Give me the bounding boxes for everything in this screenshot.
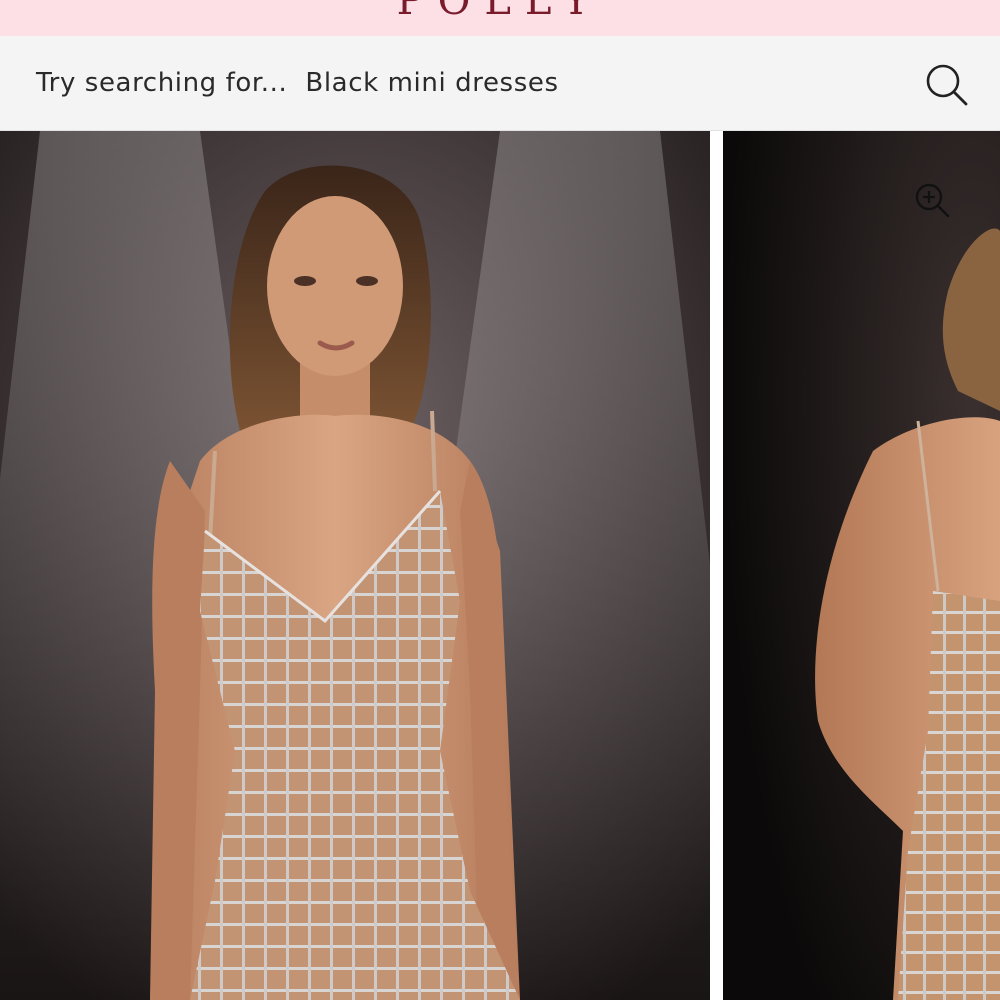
brand-header: POLLY: [0, 0, 1000, 36]
zoom-in-icon: [915, 183, 950, 218]
product-page: POLLY Try searching for... Black mini dre…: [0, 0, 1000, 1000]
search-input[interactable]: Try searching for... Black mini dresses: [36, 36, 559, 130]
search-icon: [926, 64, 968, 106]
search-button[interactable]: [922, 60, 970, 108]
search-prompt-label: Try searching for...: [36, 68, 288, 98]
search-bar[interactable]: Try searching for... Black mini dresses: [0, 36, 1000, 131]
brand-logo[interactable]: POLLY: [0, 0, 1000, 24]
product-image-carousel[interactable]: [0, 131, 1000, 1000]
product-image-front[interactable]: [0, 131, 710, 1000]
zoom-button[interactable]: [913, 181, 951, 219]
search-suggestion[interactable]: Black mini dresses: [305, 68, 558, 98]
product-image-back[interactable]: [723, 131, 1000, 1000]
product-photo-back: [723, 131, 1000, 1000]
product-photo-front: [0, 131, 710, 1000]
